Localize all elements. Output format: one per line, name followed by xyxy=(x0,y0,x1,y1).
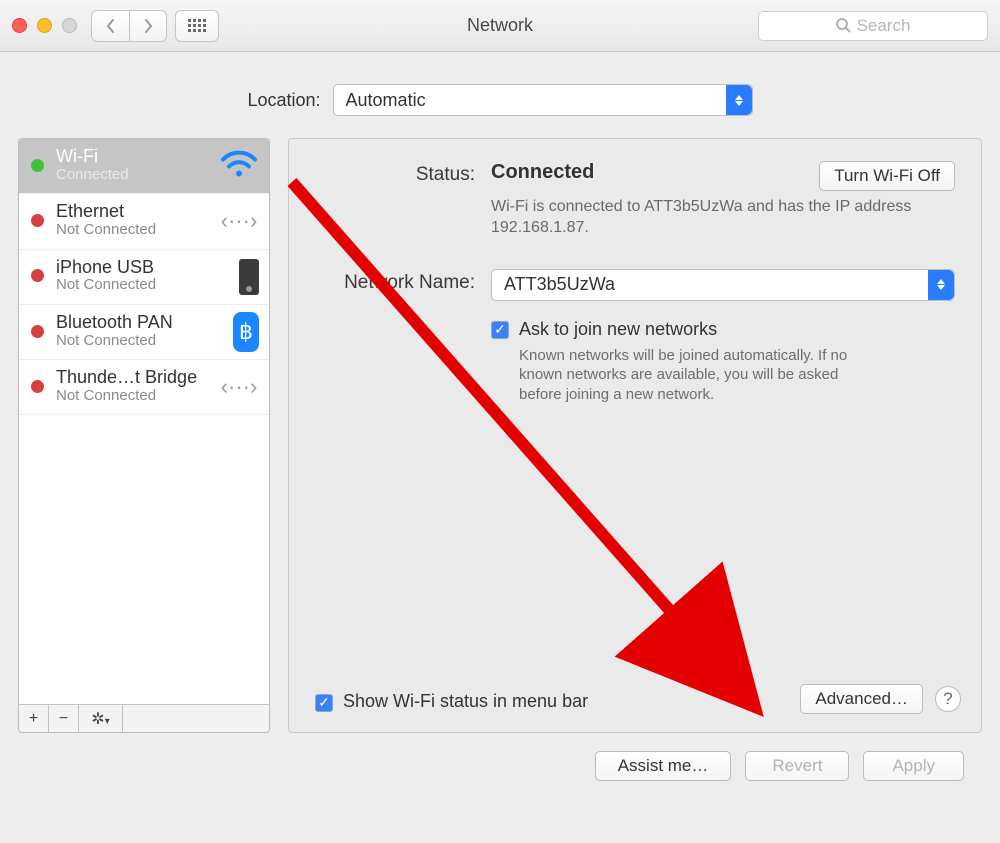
sidebar-item-iphone-usb[interactable]: iPhone USB Not Connected xyxy=(19,250,269,305)
status-description: Wi-Fi is connected to ATT3b5UzWa and has… xyxy=(491,197,955,239)
revert-button[interactable]: Revert xyxy=(745,751,849,781)
chevron-updown-icon xyxy=(928,270,954,300)
sidebar-item-wifi[interactable]: Wi-Fi Connected xyxy=(19,139,269,194)
sidebar-item-ethernet[interactable]: Ethernet Not Connected ‹···› xyxy=(19,194,269,249)
search-placeholder: Search xyxy=(857,16,911,36)
sidebar-item-label: Thunde…t Bridge xyxy=(56,368,197,388)
sidebar-item-label: Ethernet xyxy=(56,202,156,222)
help-button[interactable]: ? xyxy=(935,686,961,712)
titlebar: Network Search xyxy=(0,0,1000,52)
add-interface-button[interactable]: + xyxy=(19,705,49,732)
sidebar-item-label: iPhone USB xyxy=(56,258,156,278)
show-all-button[interactable] xyxy=(175,10,219,42)
nav-buttons xyxy=(91,10,167,42)
window-title: Network xyxy=(467,15,533,36)
interface-sidebar: Wi-Fi Connected Ethernet Not Connected ‹… xyxy=(18,138,270,733)
status-dot-icon xyxy=(31,325,44,338)
status-label: Status: xyxy=(315,161,475,239)
forward-button[interactable] xyxy=(129,10,167,42)
action-menu-button[interactable]: ✲▾ xyxy=(79,705,123,732)
ethernet-icon: ‹···› xyxy=(219,203,259,239)
thunderbolt-icon: ‹···› xyxy=(219,369,259,405)
advanced-button[interactable]: Advanced… xyxy=(800,684,923,714)
location-row: Location: Automatic xyxy=(18,84,982,116)
details-pane: Status: Connected Turn Wi-Fi Off Wi-Fi i… xyxy=(288,138,982,733)
assist-me-button[interactable]: Assist me… xyxy=(595,751,732,781)
wifi-icon xyxy=(219,150,259,183)
chevron-left-icon xyxy=(106,19,116,33)
sidebar-item-thunderbolt-bridge[interactable]: Thunde…t Bridge Not Connected ‹···› xyxy=(19,360,269,415)
sidebar-item-sub: Not Connected xyxy=(56,388,197,405)
show-status-checkbox[interactable]: ✓ xyxy=(315,694,333,712)
interface-list: Wi-Fi Connected Ethernet Not Connected ‹… xyxy=(19,139,269,704)
sidebar-item-sub: Not Connected xyxy=(56,277,156,294)
sidebar-item-sub: Connected xyxy=(56,167,129,184)
sidebar-item-bluetooth-pan[interactable]: Bluetooth PAN Not Connected ฿ xyxy=(19,305,269,360)
search-icon xyxy=(836,18,851,33)
status-dot-icon xyxy=(31,380,44,393)
back-button[interactable] xyxy=(91,10,129,42)
window-controls xyxy=(12,18,77,33)
grid-icon xyxy=(188,19,206,32)
show-status-label: Show Wi-Fi status in menu bar xyxy=(343,691,588,712)
search-input[interactable]: Search xyxy=(758,11,988,41)
status-dot-icon xyxy=(31,269,44,282)
sidebar-item-sub: Not Connected xyxy=(56,222,156,239)
status-dot-icon xyxy=(31,214,44,227)
close-window-button[interactable] xyxy=(12,18,27,33)
remove-interface-button[interactable]: − xyxy=(49,705,79,732)
bluetooth-icon: ฿ xyxy=(233,312,259,352)
network-name-label: Network Name: xyxy=(315,269,475,405)
sidebar-item-label: Wi-Fi xyxy=(56,147,129,167)
location-select[interactable]: Automatic xyxy=(333,84,753,116)
network-name-value: ATT3b5UzWa xyxy=(504,274,615,295)
sidebar-item-sub: Not Connected xyxy=(56,333,173,350)
turn-wifi-off-button[interactable]: Turn Wi-Fi Off xyxy=(819,161,955,191)
status-value: Connected xyxy=(491,161,594,184)
ask-join-label: Ask to join new networks xyxy=(519,319,879,340)
phone-icon xyxy=(239,259,259,295)
chevron-right-icon xyxy=(143,19,153,33)
chevron-updown-icon xyxy=(726,85,752,115)
ask-join-description: Known networks will be joined automatica… xyxy=(519,346,879,405)
status-dot-icon xyxy=(31,159,44,172)
location-label: Location: xyxy=(247,90,320,111)
location-value: Automatic xyxy=(346,90,426,111)
sidebar-footer: + − ✲▾ xyxy=(19,704,269,732)
network-name-select[interactable]: ATT3b5UzWa xyxy=(491,269,955,301)
minimize-window-button[interactable] xyxy=(37,18,52,33)
zoom-window-button[interactable] xyxy=(62,18,77,33)
sidebar-item-label: Bluetooth PAN xyxy=(56,313,173,333)
apply-button[interactable]: Apply xyxy=(863,751,964,781)
footer-buttons: Assist me… Revert Apply xyxy=(18,733,982,781)
gear-icon: ✲▾ xyxy=(91,709,109,729)
ask-join-checkbox[interactable]: ✓ xyxy=(491,321,509,339)
